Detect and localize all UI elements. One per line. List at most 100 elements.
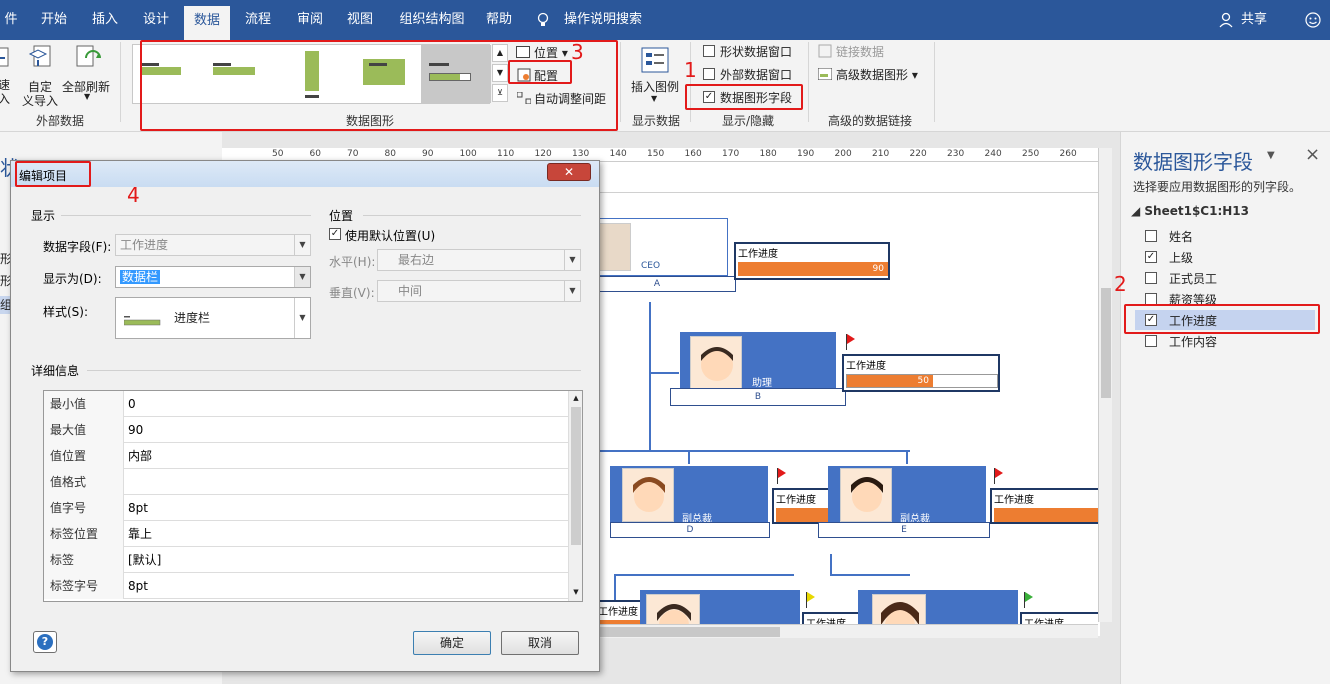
details-value: 靠上 xyxy=(128,527,153,541)
insert-legend-dropdown-icon[interactable]: ▼ xyxy=(651,94,657,103)
ceo-base: A xyxy=(578,276,736,292)
details-row[interactable]: 最大值 90 xyxy=(44,417,568,443)
pane-subtitle: 选择要应用数据图形的列字段。 xyxy=(1133,180,1302,194)
vp1-avatar xyxy=(622,468,674,522)
field-item[interactable]: 姓名 xyxy=(1135,226,1315,246)
quick-import-icon[interactable] xyxy=(0,46,10,70)
dialog-close-icon[interactable]: ✕ xyxy=(547,163,591,181)
details-row[interactable]: 值位置 内部 xyxy=(44,443,568,469)
tab-insert[interactable]: 插入 xyxy=(84,0,126,40)
cancel-button[interactable]: 取消 xyxy=(501,631,579,655)
help-button[interactable]: ? xyxy=(33,631,57,653)
field-item[interactable]: 工作内容 xyxy=(1135,331,1315,351)
vp2-data-graphic: 工作进度 xyxy=(990,488,1102,524)
tab-process[interactable]: 流程 xyxy=(236,0,280,40)
ruler-tick-label: 190 xyxy=(797,149,815,159)
section-position: 位置 xyxy=(329,209,354,223)
style-combo[interactable]: 进度栏 ▼ xyxy=(115,297,311,339)
ok-button[interactable]: 确定 xyxy=(413,631,491,655)
vertical-scrollbar[interactable] xyxy=(1098,148,1112,622)
ruler-tick-label: 160 xyxy=(684,149,702,159)
smiley-icon[interactable] xyxy=(1300,0,1326,40)
shape-data-window-checkbox[interactable] xyxy=(703,45,715,57)
share-button[interactable]: 共享 xyxy=(1238,0,1270,40)
search-tell-me[interactable]: 操作说明搜索 xyxy=(560,0,646,40)
field-checkbox[interactable] xyxy=(1145,335,1157,347)
link-data-button[interactable]: 链接数据 xyxy=(836,43,884,60)
lightbulb-icon xyxy=(536,0,550,40)
advanced-graphics-button[interactable]: 高级数据图形 ▾ xyxy=(836,66,918,83)
insert-legend-button[interactable]: 插入图例 xyxy=(631,78,679,95)
connector xyxy=(649,302,651,450)
details-row[interactable]: 值字号 8pt xyxy=(44,495,568,521)
edit-item-dialog: 编辑项目 ✕ 4 显示 数据字段(F): 工作进度 ▼ 显示为(D): 数据栏 ▼ … xyxy=(10,160,600,672)
tab-view[interactable]: 视图 xyxy=(338,0,382,40)
field-checkbox[interactable]: ✓ xyxy=(1145,251,1157,263)
details-value: 0 xyxy=(128,397,136,411)
data-field-combo[interactable]: 工作进度 ▼ xyxy=(115,234,311,256)
field-checkbox[interactable] xyxy=(1145,272,1157,284)
ruler-tick-label: 210 xyxy=(872,149,890,159)
horizontal-combo[interactable]: 最右边 ▼ xyxy=(377,249,581,271)
vp2-progress-bar xyxy=(994,508,1102,522)
details-row[interactable]: 值格式 xyxy=(44,469,568,495)
custom-import-label-2[interactable]: 义导入 xyxy=(22,92,58,109)
details-row[interactable]: 标签位置 靠上 xyxy=(44,521,568,547)
divider xyxy=(934,42,935,122)
assistant-title: 助理 xyxy=(752,378,772,389)
use-default-position-checkbox[interactable]: ✓ xyxy=(329,228,341,240)
scroll-up-icon[interactable]: ▲ xyxy=(569,391,583,405)
vp1-node[interactable]: 副总裁 xyxy=(610,466,768,525)
ceo-node[interactable]: CEO xyxy=(590,218,728,276)
details-scrollbar[interactable]: ▲ ▼ xyxy=(568,391,582,601)
tab-org-chart[interactable]: 组织结构图 xyxy=(392,0,472,40)
pane-close-icon[interactable]: × xyxy=(1305,144,1320,165)
show-as-combo[interactable]: 数据栏 ▼ xyxy=(115,266,311,288)
advanced-graphics-icon[interactable] xyxy=(817,67,833,81)
details-row[interactable]: 最小值 0 xyxy=(44,391,568,417)
connector xyxy=(649,372,679,374)
highlight-gallery xyxy=(140,40,618,131)
vertical-combo[interactable]: 中间 ▼ xyxy=(377,280,581,302)
external-data-window-checkbox[interactable] xyxy=(703,68,715,80)
assistant-node[interactable]: 助理 xyxy=(680,332,836,396)
tab-design[interactable]: 设计 xyxy=(134,0,178,40)
details-value: 8pt xyxy=(128,501,148,515)
section-display: 显示 xyxy=(31,209,56,223)
field-item[interactable]: ✓ 上级 xyxy=(1135,247,1315,267)
highlight-data-graphic-fields xyxy=(685,84,803,110)
vertical-scrollbar-thumb[interactable] xyxy=(1101,288,1111,398)
tab-home[interactable]: 开始 xyxy=(30,0,78,40)
pane-options-icon[interactable]: ▼ xyxy=(1267,150,1275,161)
horizontal-scrollbar[interactable] xyxy=(600,624,1098,638)
details-row[interactable]: 标签 [默认] xyxy=(44,547,568,573)
custom-import-icon[interactable] xyxy=(28,44,54,70)
tab-file[interactable]: 件 xyxy=(0,0,22,40)
quick-import-label[interactable]: 速入 xyxy=(0,78,10,106)
vertical-label: 垂直(V): xyxy=(329,286,375,300)
connector xyxy=(688,450,690,464)
link-data-icon[interactable] xyxy=(818,44,832,58)
tab-data[interactable]: 数据 xyxy=(184,6,230,40)
marker-3: 3 xyxy=(571,40,584,64)
field-item[interactable]: 正式员工 xyxy=(1135,268,1315,288)
chevron-down-icon: ▼ xyxy=(294,298,310,338)
refresh-all-icon[interactable] xyxy=(74,44,102,72)
ruler-tick-label: 230 xyxy=(947,149,965,159)
pane-tree-root[interactable]: ◢ Sheet1$C1:H13 xyxy=(1131,204,1249,218)
connector xyxy=(830,554,832,574)
refresh-all-dropdown-icon[interactable]: ▼ xyxy=(84,92,90,101)
help-icon: ? xyxy=(37,634,53,650)
insert-legend-icon[interactable] xyxy=(640,46,670,74)
scroll-down-icon[interactable]: ▼ xyxy=(569,585,583,599)
details-key: 最大值 xyxy=(44,417,124,443)
details-row[interactable]: 标签字号 8pt xyxy=(44,573,568,599)
tab-help[interactable]: 帮助 xyxy=(478,0,520,40)
pane-tree-root-label: Sheet1$C1:H13 xyxy=(1144,204,1250,218)
horizontal-scrollbar-thumb[interactable] xyxy=(600,627,780,637)
data-field-value: 工作进度 xyxy=(120,238,169,252)
tab-review[interactable]: 审阅 xyxy=(288,0,332,40)
field-checkbox[interactable] xyxy=(1145,230,1157,242)
details-scrollbar-thumb[interactable] xyxy=(571,407,581,545)
vp2-node[interactable]: 副总裁 xyxy=(828,466,986,525)
